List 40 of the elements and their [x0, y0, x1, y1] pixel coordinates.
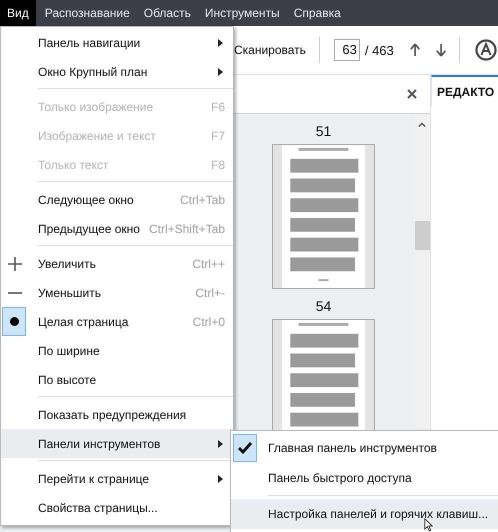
menu-item[interactable]: По ширине: [1, 336, 233, 365]
menu-bar-item[interactable]: Область: [136, 0, 198, 26]
menu-bar-item[interactable]: Вид: [0, 0, 36, 26]
submenu-arrow-icon: [218, 474, 223, 482]
menu-item[interactable]: Панель навигации: [1, 28, 233, 57]
arrow-down-icon[interactable]: [436, 42, 446, 58]
menu-item[interactable]: Перейти к странице: [1, 464, 233, 493]
scrollbar-thumb[interactable]: [414, 221, 430, 250]
scan-button[interactable]: Сканировать: [234, 43, 306, 57]
scroll-up-icon[interactable]: [418, 122, 426, 128]
arrow-up-icon[interactable]: [410, 42, 420, 58]
submenu-arrow-icon: [218, 440, 223, 448]
editor-tab[interactable]: РЕДАКТО: [431, 75, 498, 107]
menu-item[interactable]: Панели инструментов: [1, 429, 233, 458]
menu-item[interactable]: Панель быстрого доступа: [231, 463, 498, 493]
menu-item[interactable]: Увеличить Ctrl++: [1, 249, 233, 278]
page-thumbnail[interactable]: [272, 144, 375, 289]
circled-letter-icon[interactable]: [474, 38, 498, 62]
page-number-field[interactable]: 63: [334, 39, 360, 61]
menu-item[interactable]: Окно Крупный план: [1, 57, 233, 86]
page-number: 51: [316, 122, 332, 141]
menu-item[interactable]: Показать предупреждения: [1, 400, 233, 429]
page-number: 54: [316, 297, 332, 316]
minus-icon: [7, 292, 23, 294]
menu-item[interactable]: Уменьшить Ctrl+-: [1, 278, 233, 307]
menu-item[interactable]: Предыдущее окно Ctrl+Shift+Tab: [1, 214, 233, 243]
menu-item[interactable]: Целая страница Ctrl+0: [1, 307, 233, 336]
plus-icon: [7, 256, 23, 272]
submenu-arrow-icon: [218, 38, 223, 46]
close-icon[interactable]: [407, 89, 417, 99]
submenu-arrow-icon: [218, 68, 223, 76]
menu-bar-item[interactable]: Инструменты: [198, 0, 287, 26]
menu-item[interactable]: Следующее окно Ctrl+Tab: [1, 185, 233, 214]
page-total: / 463: [364, 42, 394, 58]
menu-item[interactable]: По высоте: [1, 365, 233, 394]
menu-bar-item[interactable]: Распознавание: [38, 0, 137, 26]
menu-bar-item[interactable]: Справка: [286, 0, 348, 26]
menu-item[interactable]: Настройка панелей и горячих клавиш...: [231, 499, 498, 529]
menu-item[interactable]: Главная панель инструментов: [231, 433, 498, 463]
menu-item[interactable]: Свойства страницы...: [1, 493, 233, 522]
